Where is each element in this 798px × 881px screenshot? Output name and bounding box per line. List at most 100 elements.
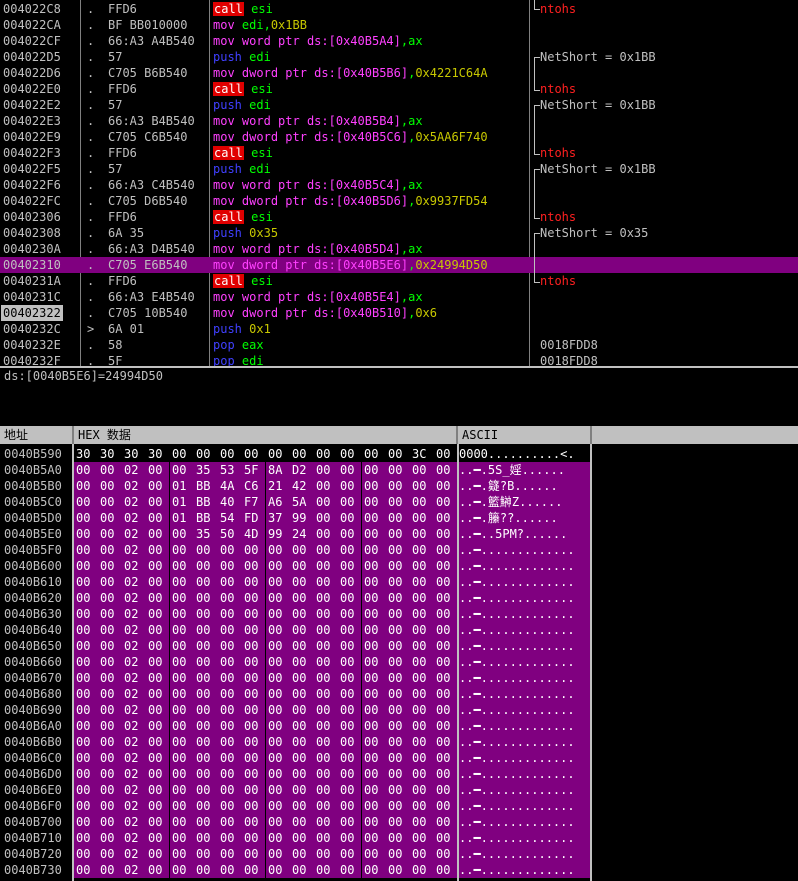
hex-byte: 00 — [244, 639, 259, 653]
disasm-row[interactable]: 004022D6. C705 B6B540 mov dword ptr ds:[0x… — [0, 65, 798, 81]
disasm-row[interactable]: 004022C8. FFD6 call esi ntohs — [0, 1, 798, 17]
hex-byte: 00 — [412, 607, 427, 621]
dump-address: 0040B720 — [4, 847, 62, 861]
hex-byte: 00 — [172, 575, 187, 589]
flow-marker: . — [87, 274, 95, 288]
hex-dump-pane[interactable]: 地址 HEX 数据 ASCII 0040B590 30 30 30 30 00 00 00 00… — [0, 426, 798, 881]
hex-byte: 02 — [124, 543, 139, 557]
dump-row[interactable]: 0040B5A0 00 00 02 00 00 35 53 5F 8A D2 00 00 00 00 00 00… — [0, 462, 798, 478]
dump-row[interactable]: 0040B6D0 00 00 02 00 00 00 00 00 00 00 00 00 00 00 00 00… — [0, 766, 798, 782]
disassembly-pane[interactable]: 004022C8. FFD6 call esi ntohs 004022CA. BF BB… — [0, 0, 798, 366]
byte-group-divider — [361, 750, 362, 766]
dump-row[interactable]: 0040B5D0 00 00 02 00 01 BB 54 FD 37 99 00 00 00 00 00 00… — [0, 510, 798, 526]
dump-row[interactable]: 0040B590 30 30 30 30 00 00 00 00 00 00 00 00 00 00 3C 00… — [0, 446, 798, 462]
column-header-address[interactable]: 地址 — [0, 426, 74, 444]
hex-byte: 00 — [316, 655, 331, 669]
dump-row[interactable]: 0040B700 00 00 02 00 00 00 00 00 00 00 00 00 00 00 00 00… — [0, 814, 798, 830]
dump-row[interactable]: 0040B670 00 00 02 00 00 00 00 00 00 00 00 00 00 00 00 00… — [0, 670, 798, 686]
disasm-row[interactable]: 00402308. 6A 35 push 0x35 NetShort = 0x35 — [0, 225, 798, 241]
column-header-hex[interactable]: HEX 数据 — [74, 426, 458, 444]
dump-row[interactable]: 0040B680 00 00 02 00 00 00 00 00 00 00 00 00 00 00 00 00… — [0, 686, 798, 702]
flow-marker: . — [87, 2, 95, 16]
dump-row[interactable]: 0040B5F0 00 00 02 00 00 00 00 00 00 00 00 00 00 00 00 00… — [0, 542, 798, 558]
mnemonic: mov — [213, 66, 235, 80]
hex-byte: 00 — [220, 863, 235, 877]
dump-row[interactable]: 0040B6C0 00 00 02 00 00 00 00 00 00 00 00 00 00 00 00 00… — [0, 750, 798, 766]
opcode-bytes: 66:A3 A4B540 — [108, 34, 195, 48]
disasm-row[interactable]: 0040231C. 66:A3 E4B540 mov word ptr ds:[0x… — [0, 289, 798, 305]
hex-byte: 00 — [268, 847, 283, 861]
byte-group-divider — [361, 862, 362, 878]
disasm-row[interactable]: 004022E3. 66:A3 B4B540 mov word ptr ds:[0x… — [0, 113, 798, 129]
flow-marker: . — [87, 242, 95, 256]
mnemonic: mov — [213, 130, 235, 144]
disasm-row[interactable]: 004022D5. 57 push edi NetShort = 0x1BB — [0, 49, 798, 65]
opcode-bytes: C705 D6B540 — [108, 194, 188, 208]
column-header-ascii[interactable]: ASCII — [458, 426, 592, 444]
operand: esi — [251, 146, 273, 160]
hex-byte: 00 — [292, 543, 307, 557]
hex-byte: 00 — [244, 783, 259, 797]
dump-row[interactable]: 0040B630 00 00 02 00 00 00 00 00 00 00 00 00 00 00 00 00… — [0, 606, 798, 622]
operand: 0x24994D50 — [415, 258, 488, 272]
hex-byte: 00 — [340, 543, 355, 557]
dump-row[interactable]: 0040B6F0 00 00 02 00 00 00 00 00 00 00 00 00 00 00 00 00… — [0, 798, 798, 814]
hex-byte: 00 — [100, 783, 115, 797]
disasm-row[interactable]: 0040232F. 5F pop edi 0018FDD8 — [0, 353, 798, 366]
disasm-row[interactable]: 0040231A. FFD6 call esi ntohs — [0, 273, 798, 289]
dump-row[interactable]: 0040B5C0 00 00 02 00 01 BB 40 F7 A6 5A 00 00 00 00 00 00… — [0, 494, 798, 510]
disasm-row[interactable]: 00402310. C705 E6B540 mov dword ptr ds:[0x… — [0, 257, 798, 273]
opcode-bytes: 6A 01 — [108, 322, 145, 336]
operand: ,ax — [400, 290, 423, 304]
disasm-row[interactable]: 0040230A. 66:A3 D4B540 mov word ptr ds:[0x… — [0, 241, 798, 257]
disasm-row[interactable]: 004022CA. BF BB010000 mov edi,0x1BB — [0, 17, 798, 33]
dump-row[interactable]: 0040B710 00 00 02 00 00 00 00 00 00 00 00 00 00 00 00 00… — [0, 830, 798, 846]
disasm-row[interactable]: 004022FC. C705 D6B540 mov dword ptr ds:[0x… — [0, 193, 798, 209]
hex-byte: 00 — [268, 655, 283, 669]
operand: esi — [251, 82, 273, 96]
disasm-row[interactable]: 004022E9. C705 C6B540 mov dword ptr ds:[0x… — [0, 129, 798, 145]
dump-hex-bytes: 00 00 02 00 00 00 00 00 00 00 00 00 00 00 00 00 — [74, 734, 458, 750]
opcode-bytes: 66:A3 E4B540 — [108, 290, 195, 304]
dump-row[interactable]: 0040B730 00 00 02 00 00 00 00 00 00 00 00 00 00 00 00 00… — [0, 862, 798, 878]
dump-row[interactable]: 0040B5B0 00 00 02 00 01 BB 4A C6 21 42 00 00 00 00 00 00… — [0, 478, 798, 494]
operand: word ptr ds:[0x40B5A4] — [241, 34, 401, 48]
dump-row[interactable]: 0040B690 00 00 02 00 00 00 00 00 00 00 00 00 00 00 00 00… — [0, 702, 798, 718]
disasm-row[interactable]: 004022E0. FFD6 call esi ntohs — [0, 81, 798, 97]
disasm-row[interactable]: 004022E2. 57 push edi NetShort = 0x1BB — [0, 97, 798, 113]
disasm-row[interactable]: 004022F5. 57 push edi NetShort = 0x1BB — [0, 161, 798, 177]
disasm-row[interactable]: 0040232E. 58 pop eax 0018FDD8 — [0, 337, 798, 353]
hex-byte: 99 — [268, 527, 283, 541]
disasm-row[interactable]: 0040232C >6A 01 push 0x1 — [0, 321, 798, 337]
hex-byte: 00 — [148, 527, 163, 541]
dump-row[interactable]: 0040B610 00 00 02 00 00 00 00 00 00 00 00 00 00 00 00 00… — [0, 574, 798, 590]
dump-row[interactable]: 0040B5E0 00 00 02 00 00 35 50 4D 99 24 00 00 00 00 00 00… — [0, 526, 798, 542]
hex-byte: 00 — [340, 719, 355, 733]
disasm-row[interactable]: 00402322. C705 10B540 mov dword ptr ds:[0x… — [0, 305, 798, 321]
dump-row[interactable]: 0040B620 00 00 02 00 00 00 00 00 00 00 00 00 00 00 00 00… — [0, 590, 798, 606]
disasm-row[interactable]: 004022F3. FFD6 call esi ntohs — [0, 145, 798, 161]
hex-byte: 02 — [124, 863, 139, 877]
hex-byte: 00 — [244, 543, 259, 557]
dump-row[interactable]: 0040B6B0 00 00 02 00 00 00 00 00 00 00 00 00 00 00 00 00… — [0, 734, 798, 750]
hex-byte: 00 — [388, 479, 403, 493]
hex-byte: 00 — [340, 815, 355, 829]
dump-row[interactable]: 0040B720 00 00 02 00 00 00 00 00 00 00 00 00 00 00 00 00… — [0, 846, 798, 862]
dump-row[interactable]: 0040B600 00 00 02 00 00 00 00 00 00 00 00 00 00 00 00 00… — [0, 558, 798, 574]
dump-row[interactable]: 0040B640 00 00 02 00 00 00 00 00 00 00 00 00 00 00 00 00… — [0, 622, 798, 638]
comment: ntohs — [540, 2, 577, 16]
disasm-row[interactable]: 004022CF. 66:A3 A4B540 mov word ptr ds:[0x… — [0, 33, 798, 49]
dump-row[interactable]: 0040B660 00 00 02 00 00 00 00 00 00 00 00 00 00 00 00 00… — [0, 654, 798, 670]
flow-marker: . — [87, 18, 95, 32]
disasm-row[interactable]: 004022F6. 66:A3 C4B540 mov word ptr ds:[0x… — [0, 177, 798, 193]
hex-byte: 02 — [124, 687, 139, 701]
dump-row[interactable]: 0040B6A0 00 00 02 00 00 00 00 00 00 00 00 00 00 00 00 00… — [0, 718, 798, 734]
dump-row[interactable]: 0040B6E0 00 00 02 00 00 00 00 00 00 00 00 00 00 00 00 00… — [0, 782, 798, 798]
hex-byte: 02 — [124, 639, 139, 653]
hex-byte: 00 — [412, 479, 427, 493]
hex-byte: 00 — [220, 687, 235, 701]
dump-row[interactable]: 0040B650 00 00 02 00 00 00 00 00 00 00 00 00 00 00 00 00… — [0, 638, 798, 654]
disasm-row[interactable]: 00402306. FFD6 call esi ntohs — [0, 209, 798, 225]
hex-byte: 00 — [340, 831, 355, 845]
operand: edi, — [241, 18, 271, 32]
